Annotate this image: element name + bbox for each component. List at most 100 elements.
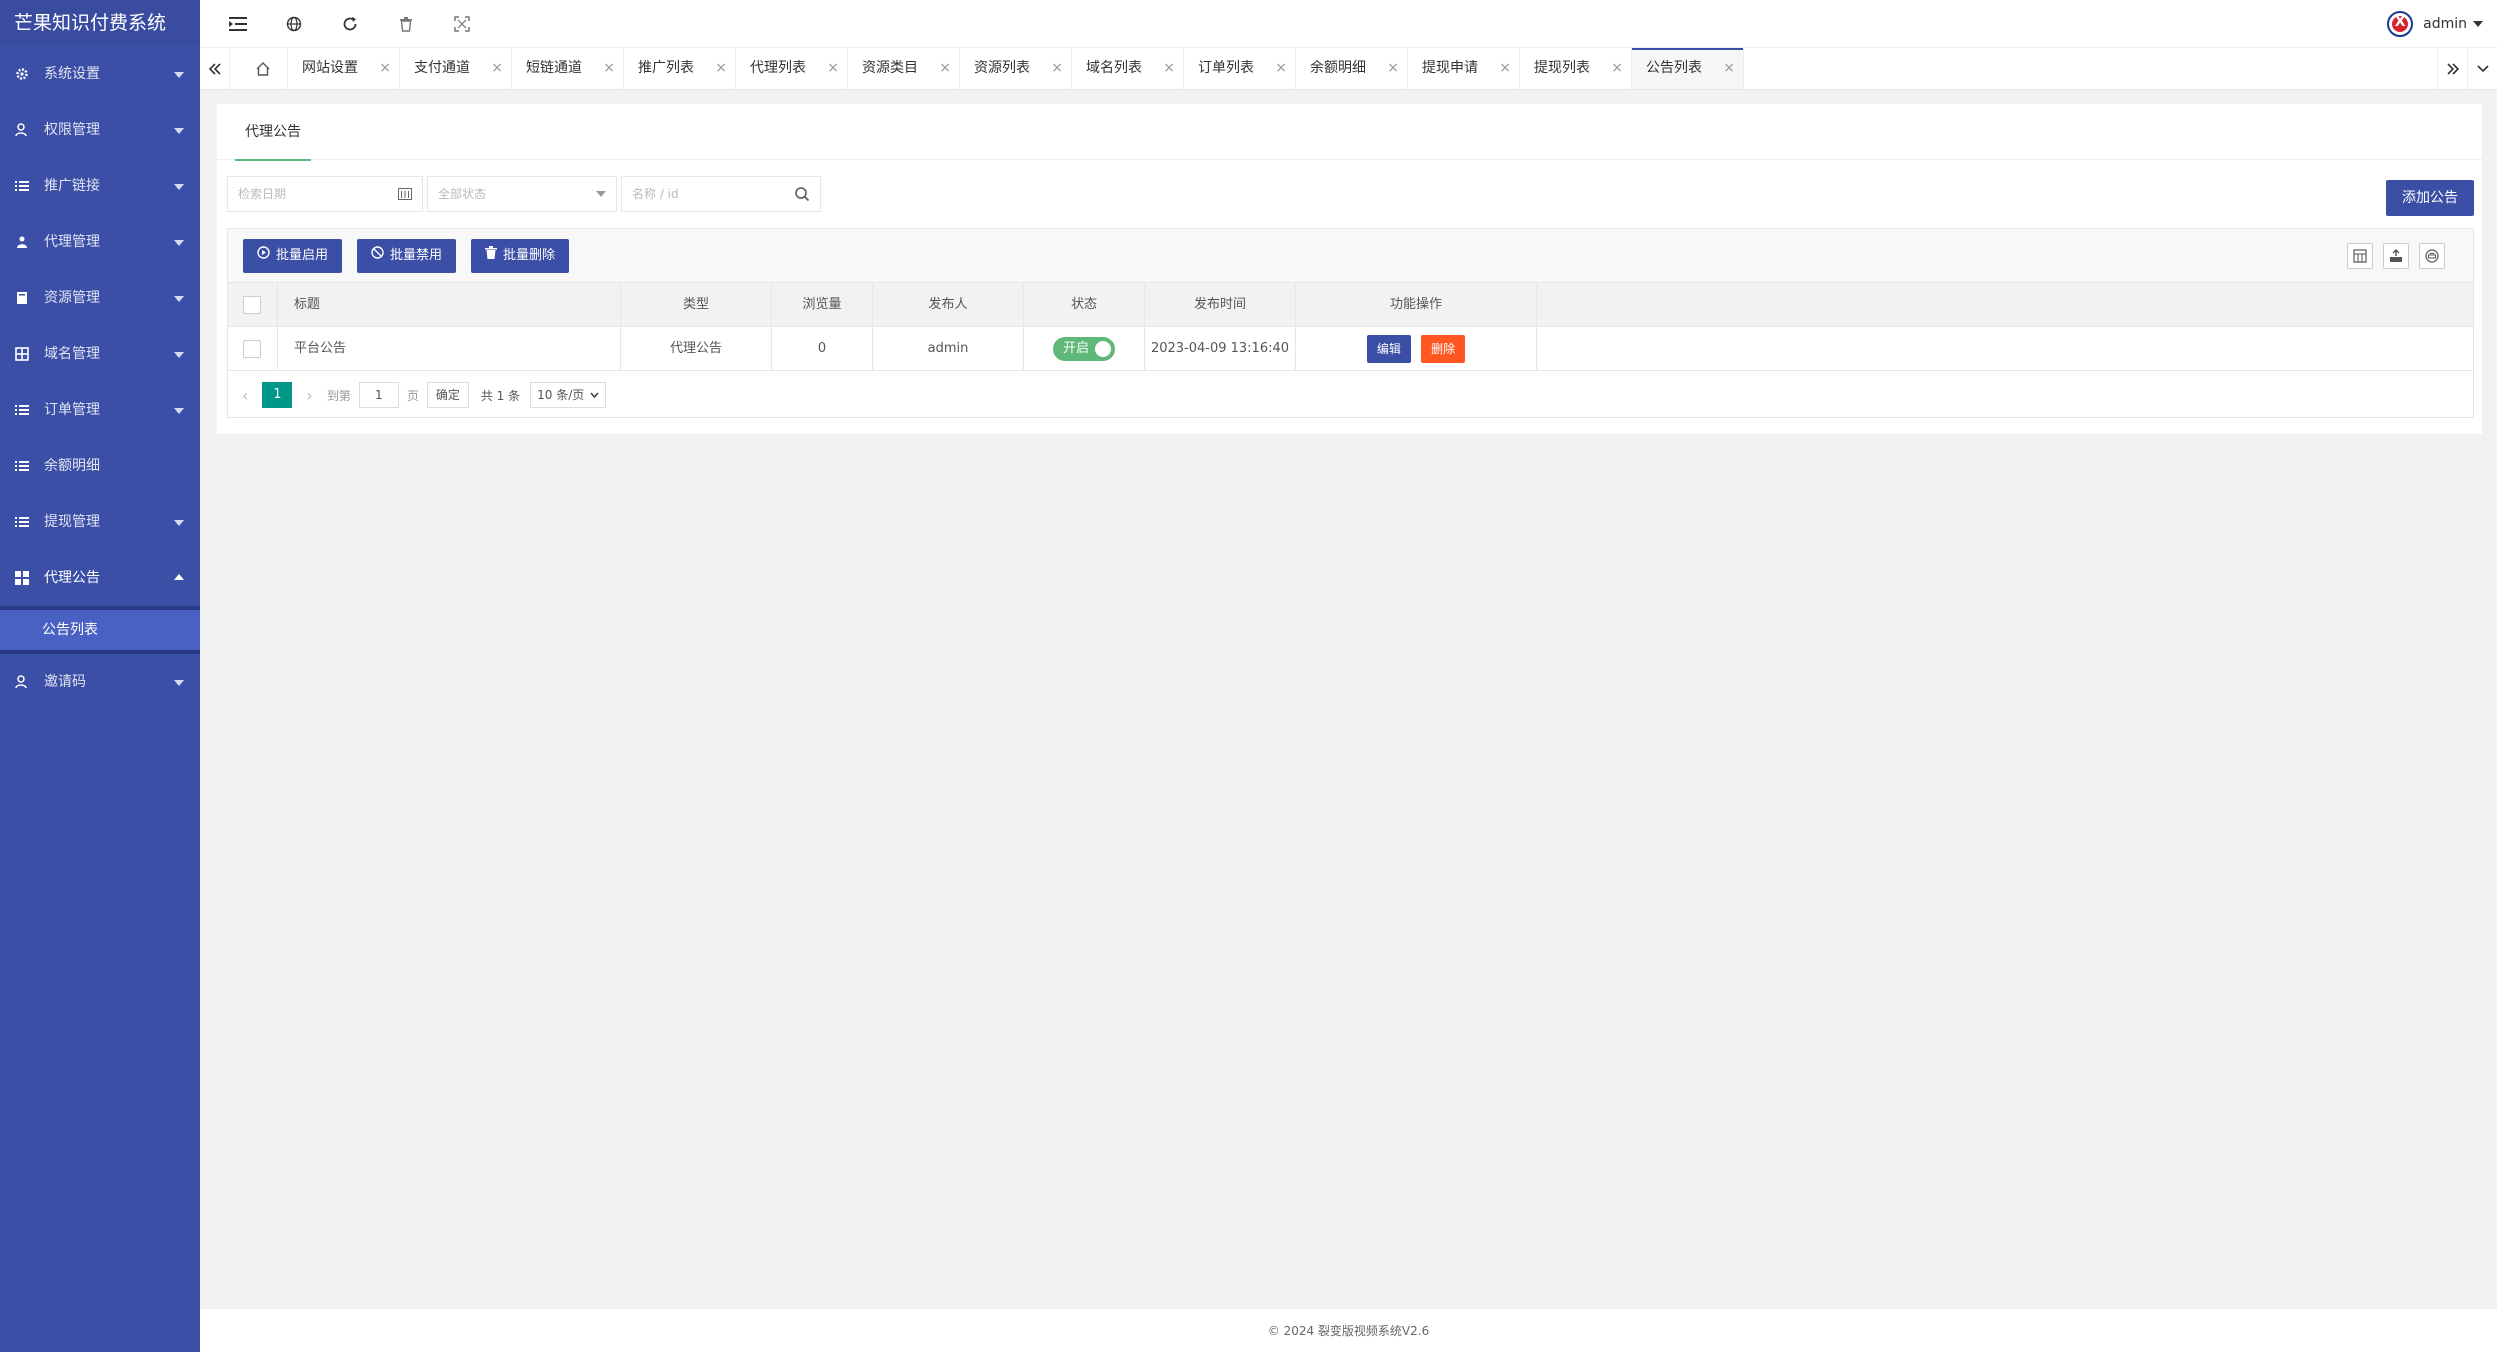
cell-views: 0 [772,327,873,371]
sidebar-item-label: 推广链接 [44,178,100,194]
tab-withdraw-list[interactable]: 提现列表 × [1520,48,1632,89]
tab-balance-details[interactable]: 余额明细 × [1296,48,1408,89]
page-size-select[interactable]: 10 条/页 [530,382,607,408]
tab-scroll-right-icon[interactable] [2437,48,2467,89]
column-header-type[interactable]: 类型 [621,283,772,327]
chevron-down-icon [174,184,184,190]
sidebar-item-balance-details[interactable]: 余额明细 [0,438,200,494]
search-icon[interactable] [794,177,810,211]
column-header-status[interactable]: 状态 [1024,283,1145,327]
tab-order-list[interactable]: 订单列表 × [1184,48,1296,89]
tab-website-settings[interactable]: 网站设置 × [288,48,400,89]
tab-resource-categories[interactable]: 资源类目 × [848,48,960,89]
close-icon[interactable]: × [1163,48,1175,89]
column-header-publish-time[interactable]: 发布时间 [1145,283,1296,327]
close-icon[interactable]: × [1723,48,1735,89]
page-current[interactable]: 1 [262,382,293,408]
content-card: 代理公告 检索日期 全部状态 名称 / id 添加公告 批量启用 批量禁用 批量… [217,104,2482,434]
page-unit-label: 页 [406,388,419,403]
sidebar-item-label: 余额明细 [44,458,100,474]
sidebar-item-order-management[interactable]: 订单管理 [0,382,200,438]
column-header-title[interactable]: 标题 [278,283,621,327]
sidebar-item-system-settings[interactable]: 系统设置 [0,46,200,102]
sidebar: 芒果知识付费系统 系统设置 权限管理 推广链接 代理管理 资源管理 域名管理 订… [0,0,200,1352]
refresh-icon[interactable] [338,12,362,36]
trash-icon[interactable] [394,12,418,36]
edit-button[interactable]: 编辑 [1366,334,1411,363]
footer: © 2024 裂变版视频系统V2.6 [200,1308,2497,1352]
export-icon[interactable] [2383,243,2409,269]
row-checkbox[interactable] [243,340,261,358]
tab-shortlink-channels[interactable]: 短链通道 × [512,48,624,89]
close-icon[interactable]: × [1275,48,1287,89]
close-icon[interactable]: × [715,48,727,89]
menu-fold-icon[interactable] [226,12,250,36]
status-select[interactable]: 全部状态 [427,176,617,212]
bulk-disable-button[interactable]: 批量禁用 [357,239,457,273]
notice-table: 标题 类型 浏览量 发布人 状态 发布时间 功能操作 平台公告 代理公告 0 a… [228,283,2473,371]
sidebar-item-label: 订单管理 [44,402,100,418]
sidebar-item-resource-management[interactable]: 资源管理 [0,270,200,326]
tab-notice-list[interactable]: 公告列表 × [1632,48,1744,89]
prev-page-icon[interactable]: ‹ [242,386,248,405]
print-icon[interactable] [2419,243,2445,269]
sidebar-item-promo-links[interactable]: 推广链接 [0,158,200,214]
close-icon[interactable]: × [1387,48,1399,89]
tab-agent-notice[interactable]: 代理公告 [235,104,311,161]
tab-label: 推广列表 [638,60,694,76]
next-page-icon[interactable]: › [306,386,312,405]
goto-label: 到第 [326,388,351,403]
bulk-enable-button[interactable]: 批量启用 [243,239,343,273]
globe-icon[interactable] [282,12,306,36]
sidebar-item-permissions[interactable]: 权限管理 [0,102,200,158]
sidebar-item-agent-management[interactable]: 代理管理 [0,214,200,270]
close-icon[interactable]: × [1051,48,1063,89]
sidebar-item-domain-management[interactable]: 域名管理 [0,326,200,382]
tab-payment-channels[interactable]: 支付通道 × [400,48,512,89]
close-icon[interactable]: × [1499,48,1511,89]
column-header-views[interactable]: 浏览量 [772,283,873,327]
tab-promo-list[interactable]: 推广列表 × [624,48,736,89]
tab-menu-chevron-down-icon[interactable] [2467,48,2497,89]
tab-label: 域名列表 [1086,60,1142,76]
close-icon[interactable]: × [491,48,503,89]
add-notice-button[interactable]: 添加公告 [2386,180,2474,216]
bulk-enable-label: 批量启用 [276,248,329,263]
keyword-search-input[interactable]: 名称 / id [621,176,821,212]
close-icon[interactable]: × [603,48,615,89]
tab-resource-list[interactable]: 资源列表 × [960,48,1072,89]
goto-confirm-button[interactable]: 确定 [426,382,469,408]
date-search-input[interactable]: 检索日期 [227,176,423,212]
table-panel: 批量启用 批量禁用 批量删除 标题 类型 浏览量 发布人 状态 发布时间 功能操… [227,228,2474,418]
tab-scroll-left-icon[interactable] [200,48,230,89]
tab-domain-list[interactable]: 域名列表 × [1072,48,1184,89]
status-select-placeholder: 全部状态 [438,187,487,201]
delete-button[interactable]: 删除 [1421,334,1466,363]
close-icon[interactable]: × [379,48,391,89]
avatar [2387,11,2414,37]
column-header-publisher[interactable]: 发布人 [873,283,1024,327]
home-icon[interactable] [238,48,288,89]
close-icon[interactable]: × [1611,48,1623,89]
sidebar-item-agent-notice[interactable]: 代理公告 [0,550,200,606]
tab-agent-list[interactable]: 代理列表 × [736,48,848,89]
sidebar-item-invite-code[interactable]: 邀请码 [0,654,200,710]
tab-withdraw-requests[interactable]: 提现申请 × [1408,48,1520,89]
sidebar-item-label: 邀请码 [44,674,86,690]
close-icon[interactable]: × [827,48,839,89]
sidebar-item-withdraw-management[interactable]: 提现管理 [0,494,200,550]
chevron-down-icon [174,408,184,414]
goto-page-input[interactable]: 1 [358,382,399,408]
fullscreen-icon[interactable] [450,12,474,36]
date-search-placeholder: 检索日期 [238,187,287,201]
chevron-down-icon [596,177,606,211]
tab-label: 资源类目 [862,60,918,76]
close-icon[interactable]: × [939,48,951,89]
status-toggle[interactable]: 开启 [1053,336,1115,361]
bulk-delete-button[interactable]: 批量删除 [471,239,570,273]
user-menu[interactable]: admin [2387,10,2483,38]
sidebar-subitem-notice-list[interactable]: 公告列表 [0,610,200,650]
total-count: 共 1 条 [480,388,521,403]
column-filter-icon[interactable] [2347,243,2373,269]
select-all-checkbox[interactable] [243,296,261,314]
